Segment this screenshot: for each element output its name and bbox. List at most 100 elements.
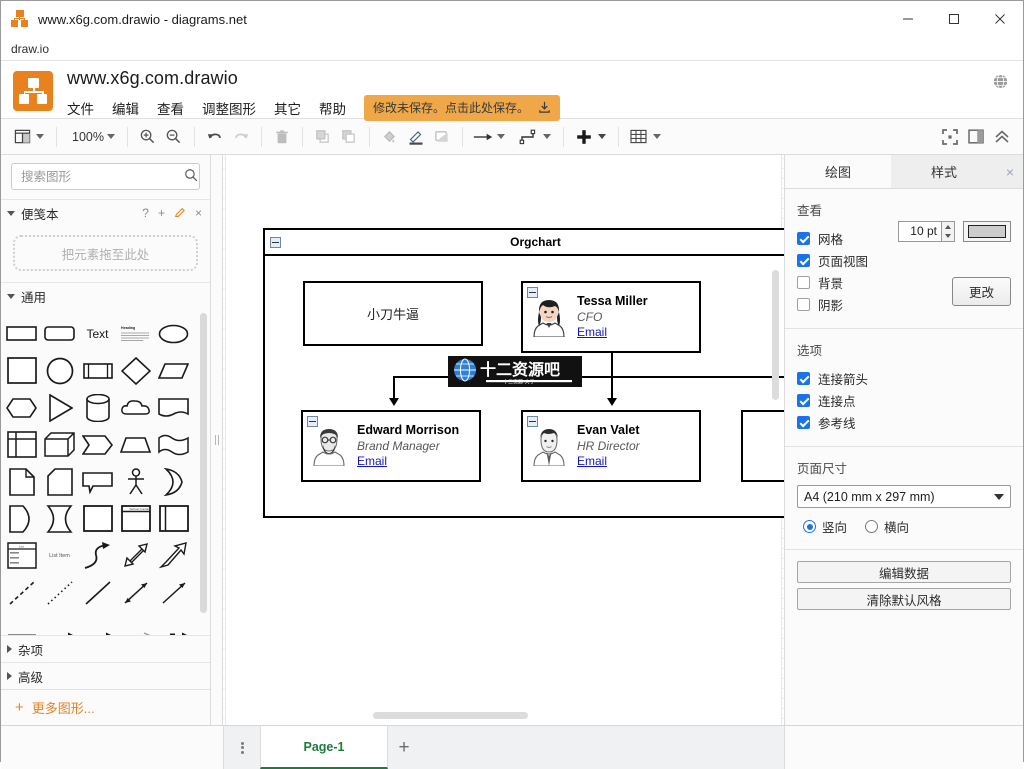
shape-vertical-container[interactable]: Vertical Container xyxy=(118,500,153,537)
section-advanced[interactable]: 高级 xyxy=(1,662,210,689)
node-offscreen[interactable] xyxy=(741,410,784,482)
shape-dashed-thin-arrow[interactable] xyxy=(118,617,153,635)
menu-arrange[interactable]: 调整图形 xyxy=(202,98,256,118)
shape-block-arrow[interactable] xyxy=(156,537,191,574)
shape-palette-scrollbar[interactable] xyxy=(200,313,207,613)
grid-size-stepper[interactable] xyxy=(942,221,955,242)
page-layout-dropdown-caret[interactable] xyxy=(36,134,44,139)
clear-default-style-button[interactable]: 清除默认风格 xyxy=(797,588,1011,610)
shape-internal-storage[interactable] xyxy=(4,426,39,463)
section-scratchpad[interactable]: 便笺本 ? + × xyxy=(1,199,210,226)
collapse-minus-icon[interactable] xyxy=(307,416,318,427)
insert-plus-icon[interactable] xyxy=(571,124,597,150)
collapse-minus-icon[interactable] xyxy=(270,237,281,248)
minimize-icon[interactable] xyxy=(885,1,931,37)
edit-data-button[interactable]: 编辑数据 xyxy=(797,561,1011,583)
shape-document[interactable] xyxy=(156,389,191,426)
line-color-icon[interactable] xyxy=(403,124,429,150)
scratchpad-help-icon[interactable]: ? xyxy=(142,206,149,220)
shape-trapezoid[interactable] xyxy=(118,426,153,463)
portrait-radio[interactable] xyxy=(803,520,816,533)
shape-container[interactable] xyxy=(80,500,115,537)
collapse-up-icon[interactable] xyxy=(989,124,1015,150)
page-view-checkbox[interactable] xyxy=(797,254,810,267)
scratchpad-dropzone[interactable]: 把元素拖至此处 xyxy=(13,235,198,271)
shape-tape[interactable] xyxy=(156,426,191,463)
shape-triangle[interactable] xyxy=(42,389,77,426)
shape-dotted-line[interactable] xyxy=(42,574,77,611)
connection-points-row[interactable]: 连接点 xyxy=(797,389,1011,411)
shape-curved-arrow[interactable] xyxy=(80,537,115,574)
guides-checkbox[interactable] xyxy=(797,416,810,429)
fullscreen-icon[interactable] xyxy=(937,124,963,150)
node-edward-morrison[interactable]: Edward Morrison Brand Manager Email xyxy=(301,410,481,482)
close-icon[interactable] xyxy=(977,1,1023,37)
shape-delay[interactable] xyxy=(42,500,77,537)
tab-diagram[interactable]: 绘图 xyxy=(785,155,891,188)
scratchpad-close-icon[interactable]: × xyxy=(195,206,202,220)
sidebar-splitter[interactable] xyxy=(211,155,223,725)
page-layout-icon[interactable] xyxy=(9,124,35,150)
shape-square[interactable] xyxy=(4,352,39,389)
connection-points-checkbox[interactable] xyxy=(797,394,810,407)
section-general[interactable]: 通用 xyxy=(1,282,210,309)
grid-color-swatch[interactable] xyxy=(963,221,1011,242)
canvas-horizontal-scrollbar[interactable] xyxy=(373,712,528,719)
grid-size-input[interactable]: 10 pt xyxy=(898,221,942,242)
zoom-in-icon[interactable] xyxy=(135,124,161,150)
unsaved-changes-save-button[interactable]: 修改未保存。点击此处保存。 xyxy=(364,95,560,121)
shape-list-item[interactable]: List Item xyxy=(42,537,77,574)
node-evan-email-link[interactable]: Email xyxy=(577,454,640,469)
shape-process[interactable] xyxy=(80,352,115,389)
node-edward-email-link[interactable]: Email xyxy=(357,454,459,469)
shape-dashed-arrow[interactable] xyxy=(42,617,77,635)
change-background-button[interactable]: 更改 xyxy=(952,277,1011,306)
add-page-icon[interactable]: + xyxy=(388,726,420,769)
shape-text[interactable]: Text xyxy=(80,315,115,352)
search-shapes-box[interactable] xyxy=(11,163,200,190)
shape-data-storage[interactable] xyxy=(4,500,39,537)
shape-rounded-rectangle[interactable] xyxy=(42,315,77,352)
shape-solid-line[interactable] xyxy=(80,574,115,611)
node-custom[interactable]: 小刀牛逼 xyxy=(303,281,483,346)
search-icon[interactable] xyxy=(184,168,198,185)
page-tab-1[interactable]: Page-1 xyxy=(260,726,388,769)
shape-bidirectional-arrow[interactable] xyxy=(118,574,153,611)
shape-cloud[interactable] xyxy=(118,389,153,426)
collapse-minus-icon[interactable] xyxy=(527,287,538,298)
shape-parallelogram[interactable] xyxy=(156,352,191,389)
shape-dashed-double[interactable] xyxy=(80,617,115,635)
menu-help[interactable]: 帮助 xyxy=(319,98,346,118)
table-icon[interactable] xyxy=(626,124,652,150)
shape-cylinder[interactable] xyxy=(80,389,115,426)
format-panel-icon[interactable] xyxy=(963,124,989,150)
shape-double-arrow[interactable] xyxy=(118,537,153,574)
undo-icon[interactable] xyxy=(202,124,228,150)
menu-extras[interactable]: 其它 xyxy=(274,98,301,118)
search-input[interactable] xyxy=(19,169,184,185)
shape-step[interactable] xyxy=(80,426,115,463)
shape-actor[interactable] xyxy=(118,463,153,500)
paper-size-select[interactable]: A4 (210 mm x 297 mm) xyxy=(797,485,1011,508)
connection-arrow-dropdown-caret[interactable] xyxy=(497,134,505,139)
page-view-row[interactable]: 页面视图 xyxy=(797,249,1011,271)
maximize-icon[interactable] xyxy=(931,1,977,37)
node-evan-valet[interactable]: Evan Valet HR Director Email xyxy=(521,410,701,482)
tab-style[interactable]: 样式 xyxy=(891,155,997,188)
diagram-canvas[interactable]: Orgchart 小刀牛逼 xyxy=(223,155,784,725)
shape-cube[interactable] xyxy=(42,426,77,463)
connection-arrows-row[interactable]: 连接箭头 xyxy=(797,367,1011,389)
globe-icon[interactable] xyxy=(992,73,1009,90)
background-checkbox[interactable] xyxy=(797,276,810,289)
shape-dashed-line[interactable] xyxy=(4,574,39,611)
collapse-minus-icon[interactable] xyxy=(527,416,538,427)
shape-directional-arrow[interactable] xyxy=(156,574,191,611)
landscape-radio[interactable] xyxy=(865,520,878,533)
canvas-vertical-scrollbar[interactable] xyxy=(772,270,779,400)
zoom-level-label[interactable]: 100% xyxy=(64,130,106,144)
shape-rectangle[interactable] xyxy=(4,315,39,352)
shape-horizontal-container[interactable] xyxy=(156,500,191,537)
waypoint-dropdown-caret[interactable] xyxy=(543,134,551,139)
grid-checkbox[interactable] xyxy=(797,232,810,245)
section-misc[interactable]: 杂项 xyxy=(1,635,210,662)
